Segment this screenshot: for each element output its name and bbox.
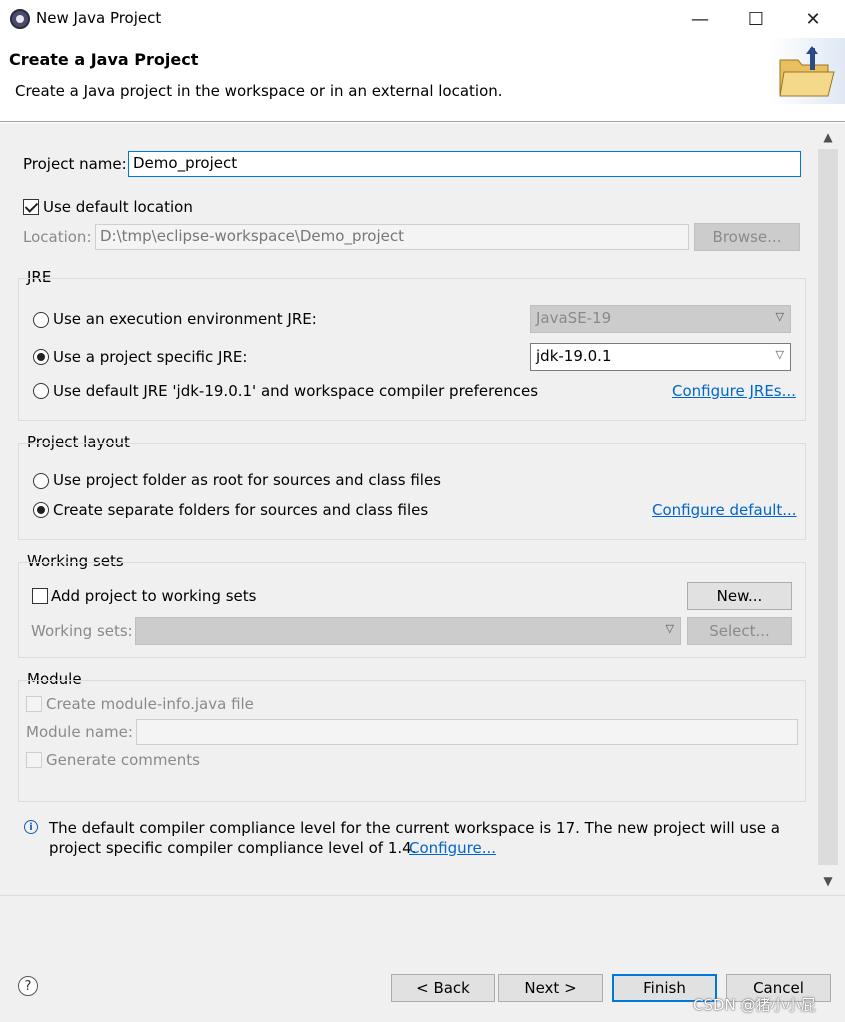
window-title: New Java Project [36, 9, 162, 27]
page-title: Create a Java Project [9, 50, 199, 69]
project-name-label: Project name: [23, 155, 127, 173]
layout-root-label: Use project folder as root for sources a… [53, 471, 441, 489]
vertical-scrollbar[interactable] [818, 149, 838, 865]
location-input[interactable]: D:\tmp\eclipse-workspace\Demo_project [95, 224, 689, 250]
configure-compliance-link[interactable]: Configure... [409, 839, 496, 857]
module-name-label: Module name: [26, 723, 133, 741]
working-sets-label: Working sets: [31, 622, 133, 640]
location-label: Location: [23, 228, 92, 246]
create-module-info-label: Create module-info.java file [46, 695, 254, 713]
chevron-down-icon: ▽ [775, 348, 784, 361]
exec-env-value: JavaSE-19 [536, 309, 612, 327]
compliance-info-line2: project specific compiler compliance lev… [49, 839, 417, 857]
configure-default-link[interactable]: Configure default... [652, 501, 797, 519]
back-button[interactable]: < Back [391, 974, 495, 1002]
generate-comments-checkbox[interactable] [26, 752, 42, 768]
create-module-info-checkbox[interactable] [26, 696, 42, 712]
eclipse-app-icon [10, 9, 30, 29]
select-working-sets-button[interactable]: Select... [687, 617, 792, 645]
exec-env-jre-label: Use an execution environment JRE: [53, 310, 317, 328]
close-icon: ✕ [805, 8, 821, 30]
configure-jres-link[interactable]: Configure JREs... [672, 382, 796, 400]
project-specific-jre-label: Use a project specific JRE: [53, 348, 248, 366]
next-button[interactable]: Next > [498, 974, 603, 1002]
scroll-down-arrow[interactable]: ▼ [818, 871, 838, 891]
exec-env-select[interactable]: JavaSE-19 ▽ [530, 305, 791, 333]
default-jre-radio[interactable] [33, 383, 49, 399]
add-to-working-sets-checkbox[interactable] [32, 588, 48, 604]
working-sets-select[interactable]: ▽ [135, 617, 681, 645]
maximize-button[interactable]: ☐ [728, 0, 784, 38]
close-button[interactable]: ✕ [785, 0, 841, 38]
csdn-watermark: CSDN @猪小小屁 [693, 996, 816, 1014]
info-icon: i [24, 820, 38, 834]
default-jre-label: Use default JRE 'jdk-19.0.1' and workspa… [53, 382, 539, 400]
module-name-input[interactable] [136, 719, 798, 745]
page-description: Create a Java project in the workspace o… [15, 82, 503, 100]
use-default-location-label: Use default location [43, 198, 193, 216]
exec-env-jre-radio[interactable] [33, 312, 49, 328]
new-working-set-button[interactable]: New... [687, 582, 792, 610]
layout-separate-label: Create separate folders for sources and … [53, 501, 429, 519]
generate-comments-label: Generate comments [46, 751, 200, 769]
project-layout-group [18, 443, 806, 540]
compliance-info-line1: The default compiler compliance level fo… [49, 819, 780, 837]
project-name-input[interactable]: Demo_project [128, 151, 801, 177]
scroll-up-arrow[interactable]: ▲ [818, 127, 838, 147]
chevron-down-icon: ▽ [665, 622, 674, 635]
layout-separate-radio[interactable] [33, 502, 49, 518]
use-default-location-checkbox[interactable] [23, 199, 39, 215]
minimize-button[interactable]: — [672, 0, 728, 38]
project-specific-jre-value: jdk-19.0.1 [536, 347, 612, 365]
title-bar: New Java Project — ☐ ✕ [0, 0, 845, 38]
wizard-header: Create a Java Project Create a Java proj… [0, 38, 845, 122]
project-specific-jre-select[interactable]: jdk-19.0.1 ▽ [530, 343, 791, 371]
folder-icon [770, 38, 845, 104]
maximize-icon: ☐ [747, 8, 765, 30]
chevron-down-icon: ▽ [775, 310, 784, 323]
help-icon[interactable]: ? [18, 976, 38, 996]
minimize-icon: — [691, 8, 709, 30]
layout-root-radio[interactable] [33, 473, 49, 489]
browse-button[interactable]: Browse... [694, 223, 800, 251]
add-to-working-sets-label: Add project to working sets [51, 587, 257, 605]
project-specific-jre-radio[interactable] [33, 349, 49, 365]
